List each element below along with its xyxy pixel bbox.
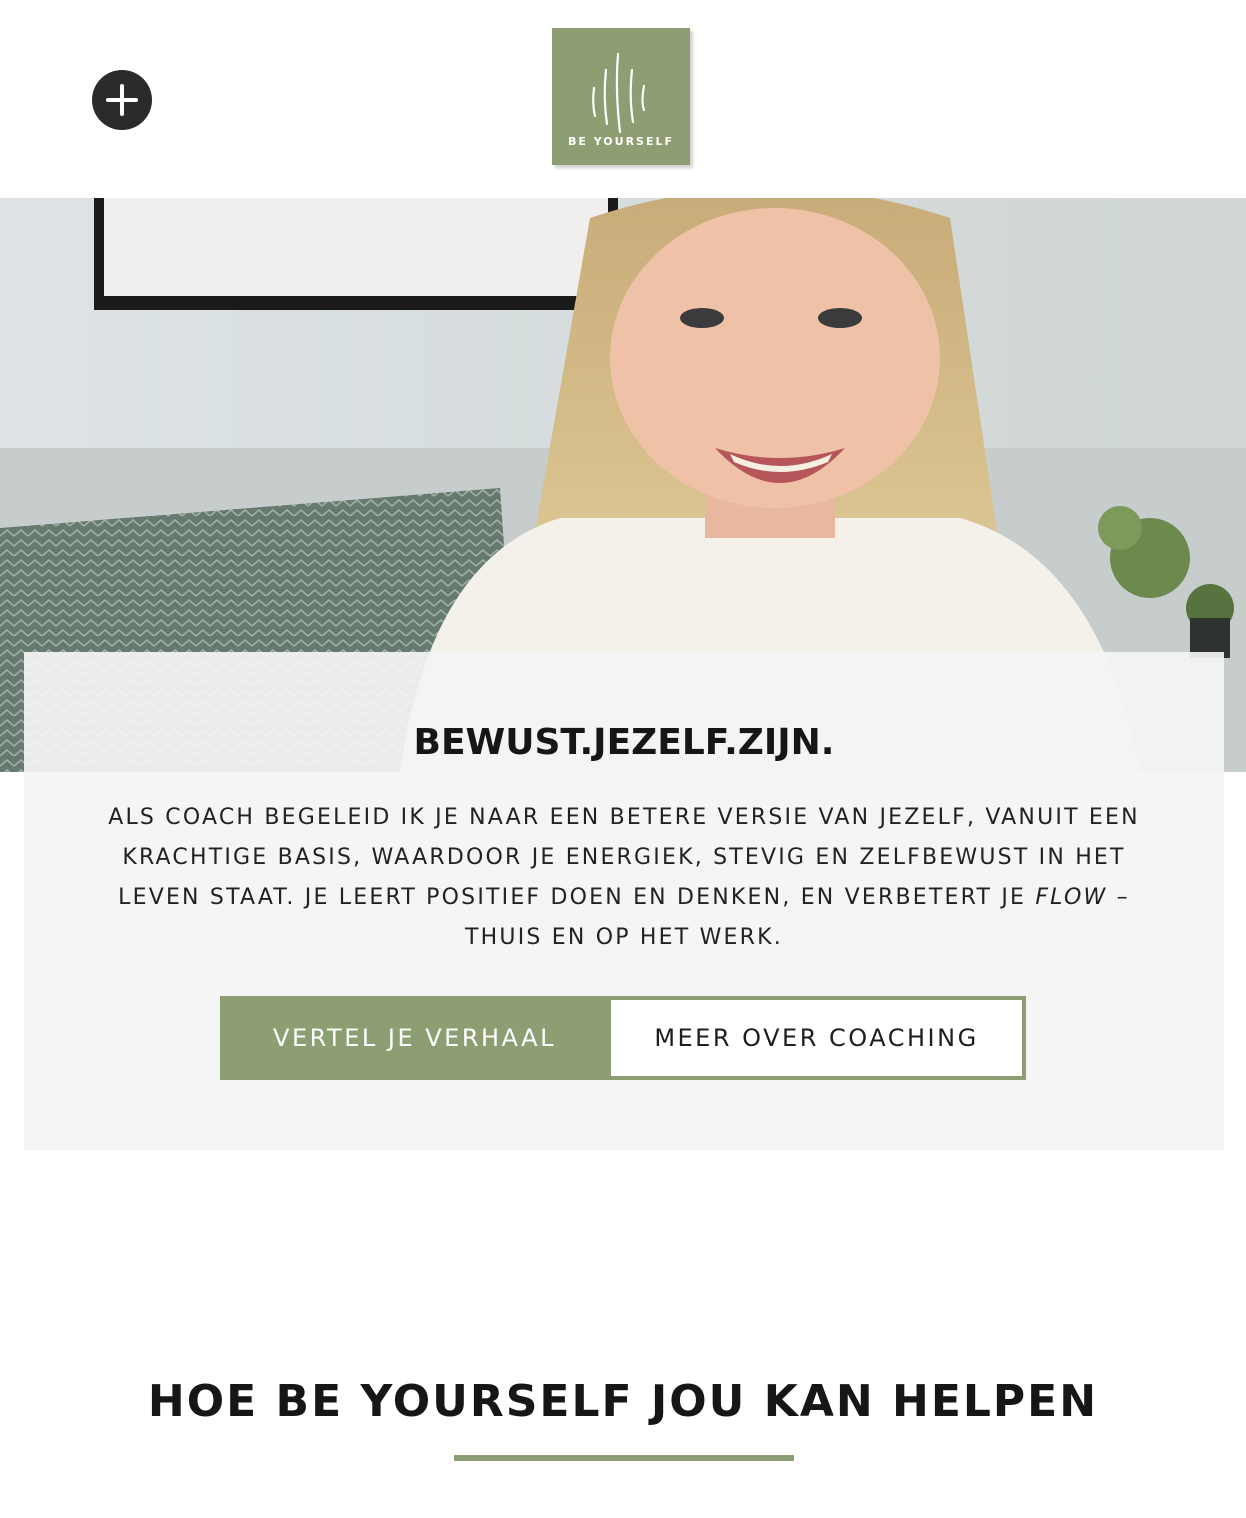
logo-wordmark: BE YOURSELF bbox=[567, 135, 674, 148]
menu-toggle-button[interactable] bbox=[92, 70, 152, 130]
intro-title: BEWUST.JEZELF.ZIJN. bbox=[413, 722, 835, 763]
logo-lines-icon bbox=[592, 52, 646, 134]
intro-text-part1: ALS COACH BEGELEID IK JE NAAR EEN BETERE… bbox=[108, 805, 1140, 910]
section-divider bbox=[454, 1455, 794, 1461]
intro-text: ALS COACH BEGELEID IK JE NAAR EEN BETERE… bbox=[78, 798, 1170, 958]
section-title: HOE BE YOURSELF JOU KAN HELPEN bbox=[147, 1376, 1099, 1427]
intro-text-emphasis: FLOW bbox=[1035, 885, 1108, 910]
more-about-coaching-button[interactable]: MEER OVER COACHING bbox=[607, 996, 1026, 1080]
tell-your-story-button[interactable]: VERTEL JE VERHAAL bbox=[220, 996, 609, 1080]
brand-logo[interactable]: BE YOURSELF bbox=[552, 28, 690, 165]
intro-panel: BEWUST.JEZELF.ZIJN. ALS COACH BEGELEID I… bbox=[24, 652, 1224, 1150]
site-header: BE YOURSELF bbox=[0, 0, 1246, 198]
